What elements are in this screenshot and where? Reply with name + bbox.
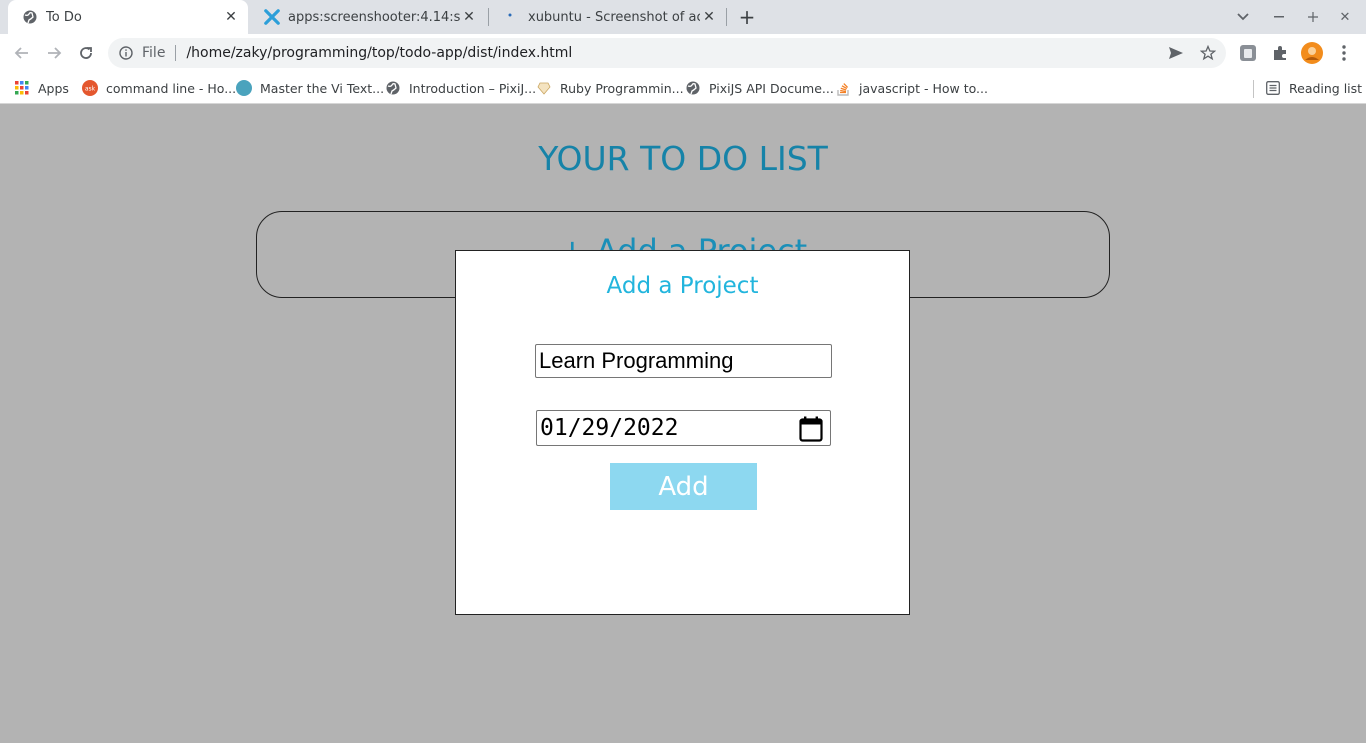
tab-separator bbox=[726, 8, 727, 26]
reload-icon[interactable] bbox=[73, 40, 99, 66]
maximize-icon[interactable] bbox=[1302, 6, 1324, 28]
scheme-label: File bbox=[142, 45, 166, 61]
bookmark-vi-editor[interactable]: Master the Vi Text... bbox=[236, 77, 384, 99]
tab-todo[interactable]: To Do ✕ bbox=[8, 0, 248, 34]
address-bar[interactable]: File /home/zaky/programming/top/todo-app… bbox=[108, 38, 1226, 68]
reading-list-button[interactable]: Reading list bbox=[1265, 77, 1362, 99]
bookmark-label: Master the Vi Text... bbox=[260, 80, 385, 96]
extension-icon[interactable] bbox=[1237, 42, 1259, 64]
svg-text:ask: ask bbox=[85, 86, 96, 93]
tab-search-icon[interactable] bbox=[1232, 6, 1254, 28]
address-divider bbox=[175, 45, 177, 61]
star-icon[interactable] bbox=[1195, 38, 1221, 68]
new-tab-button[interactable]: + bbox=[736, 5, 758, 29]
close-icon[interactable]: ✕ bbox=[222, 8, 240, 26]
stackoverflow-icon bbox=[835, 80, 851, 96]
calendar-icon[interactable] bbox=[798, 415, 824, 443]
bookmark-label: Introduction – PixiJ... bbox=[409, 80, 537, 96]
profile-avatar[interactable] bbox=[1301, 42, 1323, 64]
bookmark-ruby[interactable]: Ruby Programmin... bbox=[536, 77, 684, 99]
close-icon[interactable]: ✕ bbox=[460, 8, 478, 26]
tab-title: apps:screenshooter:4.14:start [ bbox=[288, 9, 460, 25]
minimize-icon[interactable] bbox=[1268, 6, 1290, 28]
close-window-icon[interactable]: ✕ bbox=[1334, 6, 1356, 28]
bookmark-label: Ruby Programmin... bbox=[560, 80, 684, 96]
globe-icon bbox=[685, 80, 701, 96]
xfce-x-icon bbox=[264, 9, 280, 25]
url-text[interactable]: /home/zaky/programming/top/todo-app/dist… bbox=[186, 45, 572, 61]
bookmark-label: javascript - How to... bbox=[859, 80, 988, 96]
ruby-icon bbox=[536, 80, 552, 96]
tab-title: To Do bbox=[46, 9, 82, 25]
ask-icon: ask bbox=[82, 80, 98, 96]
browser-toolbar: File /home/zaky/programming/top/todo-app… bbox=[0, 34, 1366, 72]
circle-icon bbox=[236, 80, 252, 96]
bookmark-label: Apps bbox=[38, 80, 69, 96]
back-icon[interactable] bbox=[9, 40, 35, 66]
reading-list-label: Reading list bbox=[1289, 80, 1363, 96]
page-title: YOUR TO DO LIST bbox=[538, 139, 828, 178]
tab-screenshooter[interactable]: apps:screenshooter:4.14:start [ ✕ bbox=[250, 0, 486, 34]
info-icon[interactable] bbox=[118, 45, 134, 61]
add-project-modal: Add a Project Learn Programming 01/29/20… bbox=[455, 250, 910, 615]
bookmarks-divider bbox=[1253, 80, 1254, 98]
due-date-value: 01/29/2022 bbox=[540, 415, 679, 441]
dot-icon bbox=[504, 9, 520, 25]
bookmark-stackoverflow[interactable]: javascript - How to... bbox=[835, 77, 988, 99]
bookmark-label: command line - Ho... bbox=[106, 80, 237, 96]
modal-title: Add a Project bbox=[606, 273, 759, 299]
bookmark-label: PixiJS API Docume... bbox=[709, 80, 834, 96]
project-name-input[interactable]: Learn Programming bbox=[535, 344, 832, 378]
reading-list-icon bbox=[1265, 80, 1281, 96]
tab-separator bbox=[488, 8, 489, 26]
globe-icon bbox=[22, 9, 38, 25]
tab-xubuntu[interactable]: xubuntu - Screenshot of active w ✕ bbox=[490, 0, 726, 34]
tab-title: xubuntu - Screenshot of active w bbox=[528, 9, 700, 25]
apps-grid-icon bbox=[14, 80, 30, 96]
send-icon[interactable] bbox=[1163, 38, 1189, 68]
globe-icon bbox=[385, 80, 401, 96]
forward-icon[interactable] bbox=[41, 40, 67, 66]
bookmark-pixi-api[interactable]: PixiJS API Docume... bbox=[685, 77, 834, 99]
add-button[interactable]: Add bbox=[610, 463, 757, 510]
bookmark-command-line[interactable]: ask command line - Ho... bbox=[82, 77, 236, 99]
menu-icon[interactable] bbox=[1333, 42, 1355, 64]
bookmark-apps[interactable]: Apps bbox=[14, 77, 69, 99]
due-date-input[interactable]: 01/29/2022 bbox=[536, 410, 831, 446]
close-icon[interactable]: ✕ bbox=[700, 8, 718, 26]
bookmark-pixi-intro[interactable]: Introduction – PixiJ... bbox=[385, 77, 536, 99]
puzzle-icon[interactable] bbox=[1269, 42, 1291, 64]
tab-strip: To Do ✕ apps:screenshooter:4.14:start [ … bbox=[0, 0, 1366, 34]
bookmarks-bar: Apps ask command line - Ho... Master the… bbox=[0, 72, 1366, 104]
